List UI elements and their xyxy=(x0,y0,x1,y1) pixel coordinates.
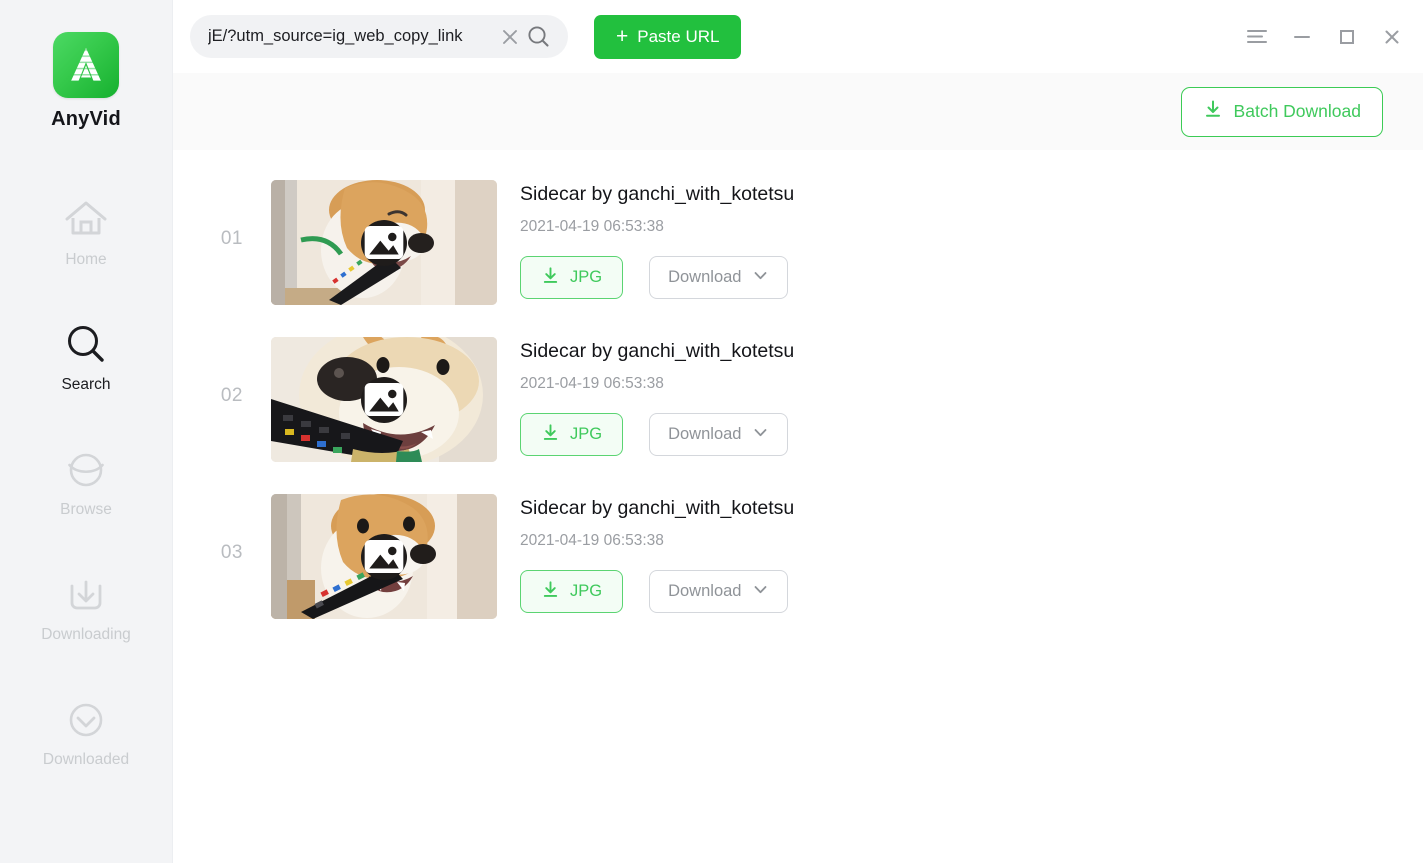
main-panel: jE/?utm_source=ig_web_copy_link + Paste … xyxy=(173,0,1423,863)
result-date: 2021-04-19 06:53:38 xyxy=(520,532,664,550)
check-circle-icon xyxy=(63,695,109,745)
window-controls xyxy=(1240,20,1409,54)
sidebar-item-downloaded[interactable]: Downloaded xyxy=(0,677,172,802)
row-number: 01 xyxy=(220,228,243,249)
batch-download-button[interactable]: Batch Download xyxy=(1180,86,1383,137)
title-bar: jE/?utm_source=ig_web_copy_link + Paste … xyxy=(173,0,1423,73)
minimize-icon[interactable] xyxy=(1285,20,1319,54)
anyvid-logo-icon xyxy=(53,32,119,98)
sidebar-nav: Home Search Browse Downloading Downloade… xyxy=(0,177,172,802)
download-dropdown-label: Download xyxy=(668,582,742,601)
search-box[interactable]: jE/?utm_source=ig_web_copy_link xyxy=(190,15,568,58)
sidebar-item-home[interactable]: Home xyxy=(0,177,172,302)
download-dropdown-label: Download xyxy=(668,268,742,287)
result-title: Sidecar by ganchi_with_kotetsu xyxy=(520,497,795,519)
row-number: 03 xyxy=(220,542,243,563)
result-meta: Sidecar by ganchi_with_kotetsu 2021-04-1… xyxy=(497,180,1423,300)
results-toolbar: Batch Download xyxy=(173,73,1423,150)
sidebar-item-label: Downloading xyxy=(41,626,131,643)
result-meta: Sidecar by ganchi_with_kotetsu 2021-04-1… xyxy=(497,494,1423,614)
download-dropdown-label: Download xyxy=(668,425,742,444)
paste-url-label: Paste URL xyxy=(637,26,720,46)
result-title: Sidecar by ganchi_with_kotetsu xyxy=(520,340,795,362)
thumbnail[interactable] xyxy=(271,494,497,619)
app-window: AnyVid Home Search Browse Downloading Do… xyxy=(0,0,1423,863)
plus-icon: + xyxy=(616,25,629,48)
maximize-icon[interactable] xyxy=(1330,20,1364,54)
download-icon xyxy=(541,423,560,447)
image-icon xyxy=(361,376,407,423)
image-icon xyxy=(361,533,407,580)
table-row[interactable]: 01 Sidecar by ganchi_with_kotetsu 2021-0… xyxy=(173,164,1423,321)
format-label: JPG xyxy=(570,425,603,444)
sidebar-item-label: Downloaded xyxy=(42,751,130,768)
download-icon xyxy=(541,266,560,290)
close-icon[interactable] xyxy=(500,27,520,47)
thumbnail[interactable] xyxy=(271,180,497,305)
search-input[interactable]: jE/?utm_source=ig_web_copy_link xyxy=(208,27,498,46)
format-download-button[interactable]: JPG xyxy=(520,570,624,614)
sidebar-item-browse[interactable]: Browse xyxy=(0,427,172,552)
search-icon xyxy=(63,320,109,370)
batch-download-label: Batch Download xyxy=(1233,101,1361,121)
format-download-button[interactable]: JPG xyxy=(520,256,624,300)
result-actions: JPG Download xyxy=(520,570,1423,614)
sidebar-item-label: Browse xyxy=(60,501,112,518)
result-title: Sidecar by ganchi_with_kotetsu xyxy=(520,183,795,205)
hamburger-icon[interactable] xyxy=(1240,20,1274,54)
format-label: JPG xyxy=(570,268,603,287)
globe-icon xyxy=(63,445,109,495)
sidebar-item-label: Search xyxy=(61,376,111,393)
sidebar-item-downloading[interactable]: Downloading xyxy=(0,552,172,677)
app-brand: AnyVid xyxy=(51,32,121,131)
download-dropdown-button[interactable]: Download xyxy=(649,570,789,614)
chevron-down-icon xyxy=(752,581,769,603)
download-icon xyxy=(1203,99,1223,124)
results-list[interactable]: 01 Sidecar by ganchi_with_kotetsu 2021-0… xyxy=(173,150,1423,863)
result-actions: JPG Download xyxy=(520,256,1423,300)
result-actions: JPG Download xyxy=(520,413,1423,457)
paste-url-button[interactable]: + Paste URL xyxy=(594,14,742,59)
row-number: 02 xyxy=(220,385,243,406)
chevron-down-icon xyxy=(752,267,769,289)
result-date: 2021-04-19 06:53:38 xyxy=(520,218,664,236)
image-icon xyxy=(361,219,407,266)
thumbnail[interactable] xyxy=(271,337,497,462)
home-icon xyxy=(62,195,110,245)
app-name: AnyVid xyxy=(51,108,121,130)
table-row[interactable]: 02 Sidecar by ganchi_with_kotetsu 2021-0… xyxy=(173,321,1423,478)
download-icon xyxy=(541,580,560,604)
result-meta: Sidecar by ganchi_with_kotetsu 2021-04-1… xyxy=(497,337,1423,457)
sidebar-item-label: Home xyxy=(65,251,107,268)
search-icon[interactable] xyxy=(526,24,552,50)
format-label: JPG xyxy=(570,582,603,601)
download-dropdown-button[interactable]: Download xyxy=(649,413,789,457)
sidebar-item-search[interactable]: Search xyxy=(0,302,172,427)
table-row[interactable]: 03 Sidecar by ganchi_with_kotetsu 2021-0… xyxy=(173,478,1423,635)
chevron-down-icon xyxy=(752,424,769,446)
result-date: 2021-04-19 06:53:38 xyxy=(520,375,664,393)
download-box-icon xyxy=(63,570,109,620)
close-icon[interactable] xyxy=(1375,20,1409,54)
download-dropdown-button[interactable]: Download xyxy=(649,256,789,300)
format-download-button[interactable]: JPG xyxy=(520,413,624,457)
sidebar: AnyVid Home Search Browse Downloading Do… xyxy=(0,0,173,863)
